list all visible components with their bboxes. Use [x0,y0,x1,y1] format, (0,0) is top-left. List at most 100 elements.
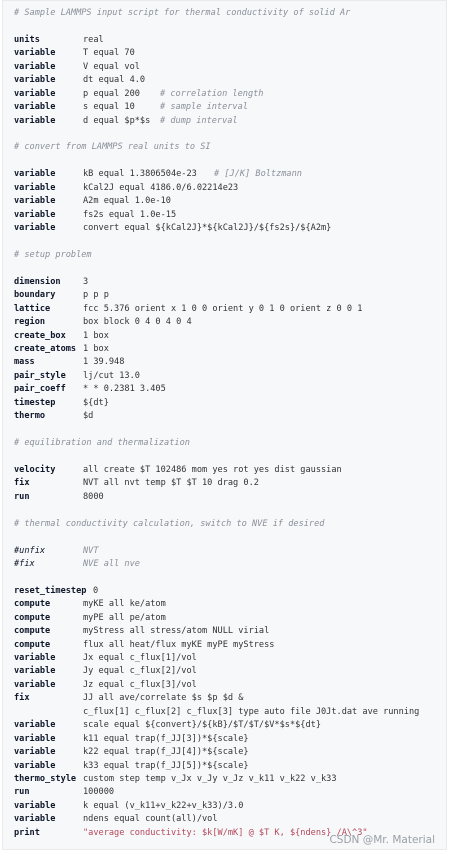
code-args: 1 39.948 [83,357,125,368]
code-keyword: fix [14,693,30,704]
code-line: compute myStress all stress/atom NULL vir… [14,625,350,638]
code-line: variable k equal (v_k11+v_k22+v_k33)/3.0 [14,800,350,813]
code-keyword: variable [14,209,56,220]
code-line: variable p equal 200 # correlation length [14,88,350,101]
code-args: fcc 5.376 orient x 1 0 0 orient y 0 1 0 … [83,303,363,314]
code-keyword: compute [14,639,51,650]
code-args: V equal vol [83,61,140,72]
code-keyword: variable [14,75,56,86]
code-args: NVE all nve [83,558,140,569]
code-line: compute myKE all ke/atom [14,598,350,611]
inline-comment: # correlation length [160,88,264,99]
code-line: variable V equal vol [14,61,350,74]
code-keyword: pair_style [14,370,66,381]
code-keyword: dimension [14,276,61,287]
code-line: region box block 0 4 0 4 0 4 [14,316,350,329]
code-args: A2m equal 1.0e-10 [83,196,171,207]
code-keyword: boundary [14,290,56,301]
code-line: variable scale equal ${convert}/${kB}/$T/… [14,719,350,732]
code-keyword: variable [14,88,56,99]
code-keyword: variable [14,61,56,72]
code-keyword: units [14,34,40,45]
code-args: 8000 [83,491,104,502]
code-line: variable Jy equal c_flux[2]/vol [14,665,350,678]
code-args: all create $T 102486 mom yes rot yes dis… [83,464,342,475]
code-args: p p p [83,290,109,301]
code-args: Jy equal c_flux[2]/vol [83,666,197,677]
code-keyword: variable [14,733,56,744]
code-args: * * 0.2381 3.405 [83,384,166,395]
code-args: T equal 70 [83,48,135,59]
code-line: timestep ${dt} [14,397,350,410]
code-args: NVT all nvt temp $T $T 10 drag 0.2 [83,478,259,489]
code-line: fix NVT all nvt temp $T $T 10 drag 0.2 [14,477,350,490]
code-args: $d [83,411,94,422]
code-comment-line: # equilibration and thermalization [14,437,350,450]
code-keyword: variable [14,679,56,690]
code-line: dimension 3 [14,276,350,289]
inline-comment: # sample interval [160,102,248,113]
code-keyword: print [14,827,40,838]
code-keyword: variable [14,48,56,59]
code-line: create_box 1 box [14,330,350,343]
code-line: variable k33 equal trap(f_JJ[5])*${scale} [14,760,350,773]
code-args: 1 box [83,343,109,354]
code-keyword: variable [14,760,56,771]
code-args: custom step temp v_Jx v_Jy v_Jz v_k11 v_… [83,773,337,784]
code-args: 100000 [83,787,115,798]
code-lines: # Sample LAMMPS input script for thermal… [14,7,419,840]
code-keyword: variable [14,182,56,193]
code-args: myStress all stress/atom NULL virial [83,626,270,637]
code-line: thermo_style custom step temp v_Jx v_Jy v… [14,773,350,786]
code-line: variable convert equal ${kCal2J}*${kCal2J… [14,222,350,235]
code-keyword: variable [14,747,56,758]
code-keyword: variable [14,720,56,731]
code-line: pair_style lj/cut 13.0 [14,370,350,383]
code-args: lj/cut 13.0 [83,370,140,381]
code-keyword: thermo_style [14,773,77,784]
code-keyword: compute [14,626,51,637]
code-args: k equal (v_k11+v_k22+v_k33)/3.0 [83,800,244,811]
code-args: myPE all pe/atom [83,612,166,623]
code-line: print "average conductivity: $k[W/mK] @ $… [14,827,368,840]
code-comment-line: # setup problem [14,249,350,262]
code-line: variable ndens equal count(all)/vol [14,813,350,826]
code-keyword: thermo [14,411,46,422]
code-line: thermo $d [14,410,350,423]
code-args: d equal $p*$s [83,115,151,126]
code-args: scale equal ${convert}/${kB}/$T/$T/$V*$s… [83,720,321,731]
code-keyword: run [14,787,30,798]
code-args: kCal2J equal 4186.0/6.02214e23 [83,182,239,193]
code-line: pair_coeff * * 0.2381 3.405 [14,383,350,396]
code-keyword: variable [14,653,56,663]
code-line: variable Jx equal c_flux[1]/vol [14,652,350,665]
comment-text: # setup problem [14,249,92,260]
watermark-text: CSDN @Mr. Material [329,834,435,846]
comment-text: # convert from LAMMPS real units to SI [14,142,211,153]
code-keyword: reset_timestep [14,585,87,596]
code-args: "average conductivity: $k[W/mK] @ $T K, … [83,827,368,838]
code-line: variable k11 equal trap(f_JJ[3])*${scale} [14,733,350,746]
code-args: p equal 200 [83,88,140,99]
code-keyword: mass [14,357,35,368]
code-line: variable k22 equal trap(f_JJ[4])*${scale} [14,746,350,759]
code-line: variable Jz equal c_flux[3]/vol [14,679,350,692]
code-line: compute myPE all pe/atom [14,612,350,625]
code-keyword: variable [14,666,56,677]
code-args: Jz equal c_flux[3]/vol [83,679,197,690]
code-block[interactable]: # Sample LAMMPS input script for thermal… [2,0,447,850]
code-args: dt equal 4.0 [83,75,146,86]
code-args: flux all heat/flux myKE myPE myStress [83,639,275,650]
code-args: ${dt} [83,397,109,408]
code-line: variable A2m equal 1.0e-10 [14,195,350,208]
code-args: k22 equal trap(f_JJ[4])*${scale} [83,747,249,758]
code-args: kB equal 1.3806504e-23 [83,169,197,180]
code-keyword: #unfix [14,545,46,556]
code-args: JJ all ave/correlate $s $p $d & [83,693,244,704]
